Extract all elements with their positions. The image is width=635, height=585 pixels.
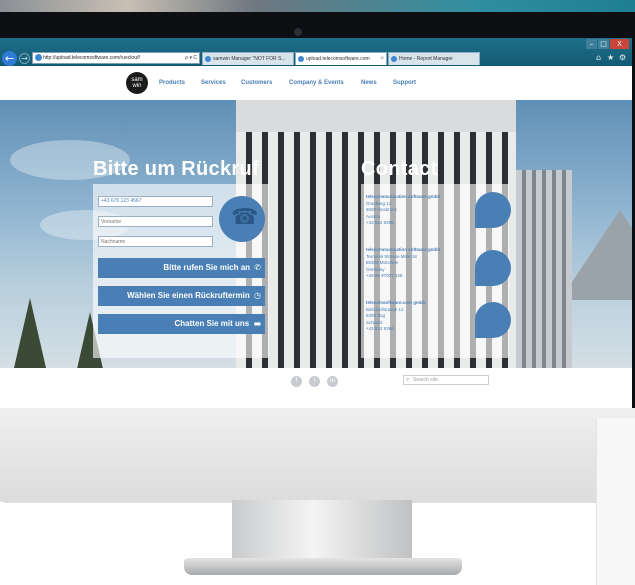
schedule-callback-button[interactable]: Wählen Sie einen Rückruftermin ◷ — [98, 286, 265, 306]
address-bar[interactable]: http://upload.telecomsoftware.com/rueckr… — [32, 52, 200, 64]
nav-customers[interactable]: Customers — [241, 80, 272, 86]
monitor-chin — [0, 408, 635, 503]
telephone-icon: ☎ — [231, 205, 259, 230]
office-zug: telecomsoftware.com gmbh Bahnhofstrasse … — [366, 300, 476, 333]
office-phone[interactable]: +49 89 97007 428 — [366, 273, 476, 280]
phone-field[interactable]: +43 676 123 4567 — [98, 196, 213, 207]
site-header: sam win Products Services Customers Comp… — [0, 66, 632, 100]
monitor-base — [184, 558, 462, 575]
address-tools[interactable]: ρ ▾ C — [185, 53, 197, 63]
page-icon — [205, 56, 211, 62]
nav-news[interactable]: News — [361, 80, 377, 86]
background-panel — [596, 418, 635, 585]
logo-line-2: win — [132, 83, 142, 89]
page-icon — [391, 56, 397, 62]
building-roof — [236, 100, 516, 132]
tab-label: samwin Manager "NOT FOR S... — [213, 56, 286, 62]
maximize-button[interactable]: □ — [598, 39, 609, 49]
clock-icon: ◷ — [254, 291, 261, 300]
twitter-icon[interactable]: t — [309, 376, 320, 387]
office-phone[interactable]: +43 512 9396 — [366, 326, 476, 333]
home-icon[interactable]: ⌂ — [596, 53, 601, 62]
building-side — [516, 170, 572, 368]
tab-label: Home - Report Manager — [399, 56, 453, 62]
nav-support[interactable]: Support — [393, 80, 416, 86]
search-icon: ⌕ — [406, 376, 410, 383]
forward-arrow-icon[interactable]: → — [19, 53, 30, 64]
favorites-icon[interactable]: ★ — [607, 53, 614, 62]
callback-form: +43 676 123 4567 ☎ Bitte rufen Sie mich … — [93, 184, 269, 358]
phone-badge: ☎ — [219, 196, 265, 242]
tab-upload[interactable]: upload.telecomsoftware.com × — [295, 52, 387, 65]
nav-company-events[interactable]: Company & Events — [289, 80, 344, 86]
minimize-button[interactable]: – — [586, 39, 597, 49]
chat-label: Chatten Sie mit uns — [174, 319, 250, 328]
chat-button[interactable]: Chatten Sie mit uns ▬ — [98, 314, 265, 334]
firstname-field[interactable] — [98, 216, 213, 227]
phone-icon: ✆ — [254, 263, 261, 272]
screen: ← → http://upload.telecomsoftware.com/ru… — [0, 38, 632, 408]
address-text: http://upload.telecomsoftware.com/rueckr… — [43, 55, 140, 61]
search-field[interactable]: ⌕ Search site — [403, 375, 489, 385]
call-me-button[interactable]: Bitte rufen Sie mich an ✆ — [98, 258, 265, 278]
lastname-field[interactable] — [98, 236, 213, 247]
back-arrow-icon[interactable]: ← — [2, 51, 17, 66]
samwin-logo[interactable]: sam win — [126, 72, 148, 94]
tab-label: upload.telecomsoftware.com — [306, 56, 370, 62]
linkedin-icon[interactable]: in — [327, 376, 338, 387]
contact-panel: telecommunication software gmbh Graslweg… — [361, 184, 511, 358]
settings-icon[interactable]: ⚙ — [619, 53, 626, 62]
site-footer: f t in ⌕ Search site — [0, 368, 632, 408]
tree — [14, 298, 46, 368]
tab-report-manager[interactable]: Home - Report Manager — [388, 52, 480, 65]
page-icon — [298, 56, 304, 62]
contact-heading: Contact — [361, 158, 438, 180]
browser-toolbar: ← → http://upload.telecomsoftware.com/ru… — [0, 38, 632, 66]
location-pin-icon — [475, 302, 511, 338]
location-pin-icon — [475, 250, 511, 286]
nav-services[interactable]: Services — [201, 80, 226, 86]
search-placeholder: Search site — [413, 377, 439, 383]
chat-icon: ▬ — [253, 319, 261, 328]
browser-icon — [35, 54, 42, 61]
schedule-label: Wählen Sie einen Rückruftermin — [127, 291, 250, 300]
call-me-label: Bitte rufen Sie mich an — [163, 263, 251, 272]
office-muenchen: telecommunication software gmbh Terminal… — [366, 247, 476, 280]
monitor-stand — [232, 500, 412, 562]
callback-heading: Bitte um Rückruf — [93, 158, 259, 180]
close-tab-icon[interactable]: × — [380, 53, 384, 65]
location-pin-icon — [475, 192, 511, 228]
close-button[interactable]: X — [610, 39, 629, 49]
webcam — [294, 28, 302, 36]
office-innsbruck: telecommunication software gmbh Graslweg… — [366, 194, 476, 227]
nav-products[interactable]: Products — [159, 80, 185, 86]
tab-samwin-manager[interactable]: samwin Manager "NOT FOR S... — [202, 52, 294, 65]
facebook-icon[interactable]: f — [291, 376, 302, 387]
office-phone[interactable]: +43 512 9396 — [366, 220, 476, 227]
